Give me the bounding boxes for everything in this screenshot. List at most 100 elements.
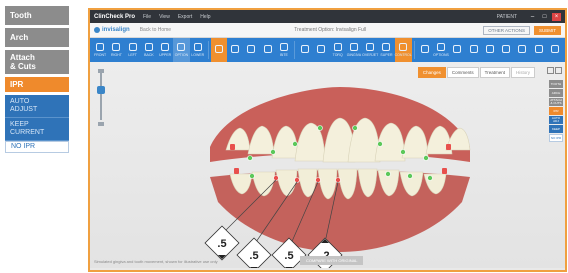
toolbar-tool-2[interactable]: LEFT <box>125 38 141 62</box>
back-to-home-link[interactable]: Back to Home <box>140 27 171 33</box>
toolbar-tool-15[interactable]: GINGIVA <box>346 38 362 62</box>
stage-slider[interactable] <box>97 69 105 132</box>
toolbar-tool-23[interactable] <box>482 38 498 62</box>
toolbar-tool-label: BITE <box>280 53 288 57</box>
close-icon[interactable]: × <box>552 12 561 21</box>
toolbar-tool-label: GINGIVA <box>346 53 362 57</box>
toolbar-tool-4[interactable]: UPPER <box>157 38 173 62</box>
menu-view[interactable]: View <box>159 14 170 20</box>
footer-note: Simulated gingiva and tooth movement, sh… <box>94 259 218 264</box>
toolbar-tool-5[interactable]: OPTION <box>173 38 190 62</box>
toolbar-tool-icon <box>161 43 170 51</box>
toolbar-separator <box>413 41 415 59</box>
toolbar-tool-label: SUPER <box>380 53 393 57</box>
left-menu: Tooth Arch Attach & Cuts IPR AUTO ADJUST… <box>5 6 69 153</box>
toolbar-tool-icon <box>96 43 105 51</box>
compare-with-original-button[interactable]: COMPARE WITH ORIGINAL <box>300 256 364 265</box>
toolbar-tool-icon <box>534 45 543 53</box>
ipr-no-ipr-button[interactable]: NO IPR <box>5 141 69 153</box>
menu-arch-button[interactable]: Arch <box>5 28 69 47</box>
toolbar-tool-icon <box>128 43 137 51</box>
title-bar: ClinCheck Pro File View Export Help PATI… <box>90 10 565 23</box>
right-panel-item[interactable]: IPR <box>549 107 563 115</box>
toolbar-separator <box>207 41 209 59</box>
toolbar-tool-7[interactable] <box>210 38 228 62</box>
minimize-icon[interactable]: – <box>528 13 537 21</box>
restore-icon[interactable] <box>547 67 554 74</box>
app-title: ClinCheck Pro <box>94 13 136 20</box>
toolbar-tool-17[interactable]: SUPER <box>378 38 394 62</box>
menu-tooth-button[interactable]: Tooth <box>5 6 69 25</box>
tab-comments[interactable]: Comments <box>446 67 479 78</box>
other-actions-button[interactable]: OTHER ACTIONS <box>483 25 530 35</box>
toolbar-tool-11[interactable]: BITE <box>276 38 292 62</box>
submit-button[interactable]: SUBMIT <box>534 25 562 35</box>
toolbar-tool-24[interactable] <box>498 38 514 62</box>
slider-track[interactable] <box>100 72 102 120</box>
toolbar-tool-3[interactable]: BACK <box>141 38 157 62</box>
view-tabs: Changes Comments Treatment History <box>417 67 535 78</box>
right-panel-item[interactable]: NO IPR <box>549 134 563 142</box>
menu-ipr-button[interactable]: IPR <box>5 77 69 92</box>
page: Tooth Arch Attach & Cuts IPR AUTO ADJUST… <box>0 0 568 273</box>
toolbar-tool-label: LEFT <box>128 53 137 57</box>
toolbar-tool-18[interactable]: CONTROL <box>394 38 412 62</box>
toolbar-tool-1[interactable]: RIGHT <box>108 38 124 62</box>
toolbar-tool-icon <box>366 43 375 51</box>
toolbar-tool-label: TORQ <box>332 53 343 57</box>
toolbar-separator <box>294 41 295 59</box>
toolbar-tool-12[interactable] <box>297 38 313 62</box>
toolbar-tool-icon <box>399 43 408 51</box>
toolbar-tool-19[interactable] <box>417 38 433 62</box>
3d-canvas[interactable]: .5 .5 .5 .2 <box>90 62 565 268</box>
toolbar-tool-13[interactable] <box>313 38 329 62</box>
right-panel-item[interactable]: ARCH <box>549 89 563 97</box>
toolbar-tool-6[interactable]: LOWER <box>190 38 206 62</box>
toolbar-tool-label: LOWER <box>191 53 205 57</box>
toolbar-tool-icon <box>317 45 326 53</box>
slider-handle[interactable] <box>97 86 105 94</box>
treatment-option-label: Treatment Option: Invisalign Full <box>294 27 367 33</box>
toolbar-tool-icon <box>263 45 272 53</box>
toolbar-tool-icon <box>453 45 462 53</box>
toolbar-tool-icon <box>301 45 310 53</box>
menu-attach-cuts-button[interactable]: Attach & Cuts <box>5 50 69 74</box>
ipr-keep-current-button[interactable]: KEEP CURRENT <box>5 118 69 141</box>
right-panel-item[interactable]: TOOTH <box>549 80 563 88</box>
tab-treatment[interactable]: Treatment <box>479 67 510 78</box>
toolbar-tool-icon <box>112 43 121 51</box>
toolbar-tool-label: OPTION <box>174 53 189 57</box>
toolbar-tool-label: OPTIONS <box>433 53 449 57</box>
toolbar-tool-21[interactable] <box>449 38 465 62</box>
toolbar-tool-25[interactable] <box>514 38 530 62</box>
toolbar-tool-14[interactable]: TORQ <box>330 38 346 62</box>
toolbar-tool-icon <box>469 45 478 53</box>
toolbar-tool-label: RIGHT <box>110 53 122 57</box>
patient-label: PATIENT <box>496 13 517 20</box>
right-panel-item[interactable]: ATTACH & CUTS <box>549 98 563 106</box>
toolbar-tool-26[interactable] <box>530 38 546 62</box>
tab-history[interactable]: History <box>510 67 535 78</box>
toolbar-tool-22[interactable] <box>465 38 481 62</box>
tab-changes[interactable]: Changes <box>417 67 446 78</box>
right-panel-item[interactable]: AUTO ADJ <box>549 116 563 124</box>
menu-export[interactable]: Export <box>178 14 192 20</box>
toolbar-tool-icon <box>333 43 342 51</box>
app-header: invisalign Back to Home Treatment Option… <box>90 23 565 38</box>
toolbar-tool-icon <box>144 43 153 51</box>
right-panel-item[interactable]: KEEP <box>549 125 563 133</box>
toolbar-tool-10[interactable] <box>260 38 276 62</box>
toolbar-tool-9[interactable] <box>243 38 259 62</box>
toolbar-tool-16[interactable]: OVERJET <box>362 38 378 62</box>
menu-help[interactable]: Help <box>200 14 210 20</box>
teeth-model[interactable]: .5 .5 .5 .2 <box>90 62 565 268</box>
maximize-icon[interactable]: □ <box>540 13 549 21</box>
toolbar-tool-8[interactable] <box>227 38 243 62</box>
ipr-auto-adjust-button[interactable]: AUTO ADJUST <box>5 95 69 118</box>
expand-icon[interactable] <box>555 67 562 74</box>
toolbar-tool-20[interactable]: OPTIONS <box>433 38 449 62</box>
toolbar-tool-27[interactable] <box>547 38 563 62</box>
toolbar-tool-0[interactable]: FRONT <box>92 38 108 62</box>
menu-file[interactable]: File <box>143 14 151 20</box>
app-window: ClinCheck Pro File View Export Help PATI… <box>88 8 567 272</box>
